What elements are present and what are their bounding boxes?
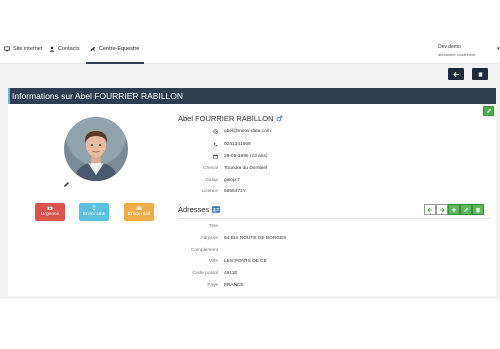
tab-contacts[interactable]: Contacts	[49, 46, 80, 52]
user-subtitle: alexandre coudreuse	[438, 52, 476, 57]
horse-icon	[90, 46, 96, 52]
tab-label: Contacts	[58, 46, 80, 52]
field-label: Titre	[208, 224, 218, 229]
avatar	[64, 117, 128, 181]
addresses-title: Adresses	[178, 205, 210, 214]
edit-address-button[interactable]	[460, 204, 472, 215]
addresses-heading: Adresses	[178, 205, 221, 214]
ambulance-icon	[47, 206, 53, 210]
pencil-icon	[464, 207, 469, 212]
chevron-down-icon[interactable]: ▾	[497, 46, 500, 52]
arrow-right-icon	[439, 207, 445, 212]
address-button-group	[424, 204, 484, 215]
field-label: Pays	[207, 283, 218, 288]
field-label: Complement	[190, 248, 218, 253]
page-title: Informations sur Abel FOURRIER RABILLON	[8, 88, 496, 104]
phone-icon	[213, 142, 218, 147]
address-card-icon	[212, 206, 221, 213]
plus-icon	[451, 207, 457, 212]
licence-label: Licence	[201, 189, 218, 194]
send-sms-button[interactable]: Envoi sms	[79, 203, 109, 221]
divider	[178, 218, 490, 219]
user-name: Dev demo	[438, 44, 461, 50]
person-name: Abel FOURRIER RABILLON	[178, 114, 274, 123]
at-icon	[213, 129, 218, 134]
cheval-value: Toundra du Dombief	[224, 166, 268, 171]
add-address-button[interactable]	[448, 204, 460, 215]
user-menu[interactable]: Dev demo alexandre coudreuse	[438, 44, 475, 58]
pencil-icon	[486, 108, 491, 113]
address-value: 64 BIS ROUTE DE BORGES	[224, 236, 287, 241]
next-address-button[interactable]	[436, 204, 448, 215]
birth-value: 29-05-1995 (23 ans)	[224, 154, 268, 159]
email-value: abel@innov-data.com	[224, 129, 271, 134]
field-label: Adresse	[200, 236, 218, 241]
top-navbar: Site internet Contacts Centre-Equestre	[0, 40, 500, 64]
tab-centre-equestre[interactable]: Centre-Equestre	[90, 46, 139, 52]
country-value: FRANCE	[224, 283, 244, 288]
cheval-label: Cheval	[203, 166, 218, 171]
edit-button[interactable]	[483, 106, 494, 116]
field-label: Ville	[209, 259, 218, 264]
phone-value: 0241341669	[224, 142, 251, 147]
back-button[interactable]	[448, 68, 464, 80]
postal-code-value: 49130	[224, 271, 238, 276]
urgence-label: Urgence	[40, 212, 60, 217]
stop-icon	[478, 71, 482, 77]
mobile-icon	[92, 205, 96, 211]
city-value: LES PONTS DE CE	[224, 259, 267, 264]
person-heading: Abel FOURRIER RABILLON	[178, 114, 283, 123]
field-label: Code postal	[192, 271, 218, 276]
male-icon	[277, 115, 283, 122]
edit-photo-icon[interactable]	[63, 181, 70, 188]
send-sms-label: Envoi sms	[82, 212, 106, 217]
galop-value: galop 7	[224, 178, 240, 183]
user-icon	[49, 46, 55, 52]
previous-address-button[interactable]	[424, 204, 436, 215]
stop-button[interactable]	[472, 68, 488, 80]
tab-site-internet[interactable]: Site internet	[4, 46, 42, 52]
tab-label: Site internet	[13, 46, 43, 52]
arrow-left-icon	[452, 71, 459, 77]
urgence-button[interactable]: Urgence	[35, 203, 65, 221]
tab-label: Centre-Equestre	[99, 46, 140, 52]
delete-address-button[interactable]	[472, 204, 484, 215]
galop-label: Galop	[205, 178, 218, 183]
desktop-icon	[4, 46, 10, 52]
send-mail-label: Envoi mail	[127, 212, 151, 217]
trash-icon	[476, 207, 480, 212]
envelope-icon	[136, 206, 142, 210]
arrow-left-icon	[427, 207, 433, 212]
calendar-icon	[213, 154, 218, 159]
header-accent	[8, 88, 10, 104]
licence-value: 5655471Y	[224, 189, 246, 194]
send-mail-button[interactable]: Envoi mail	[124, 203, 154, 221]
